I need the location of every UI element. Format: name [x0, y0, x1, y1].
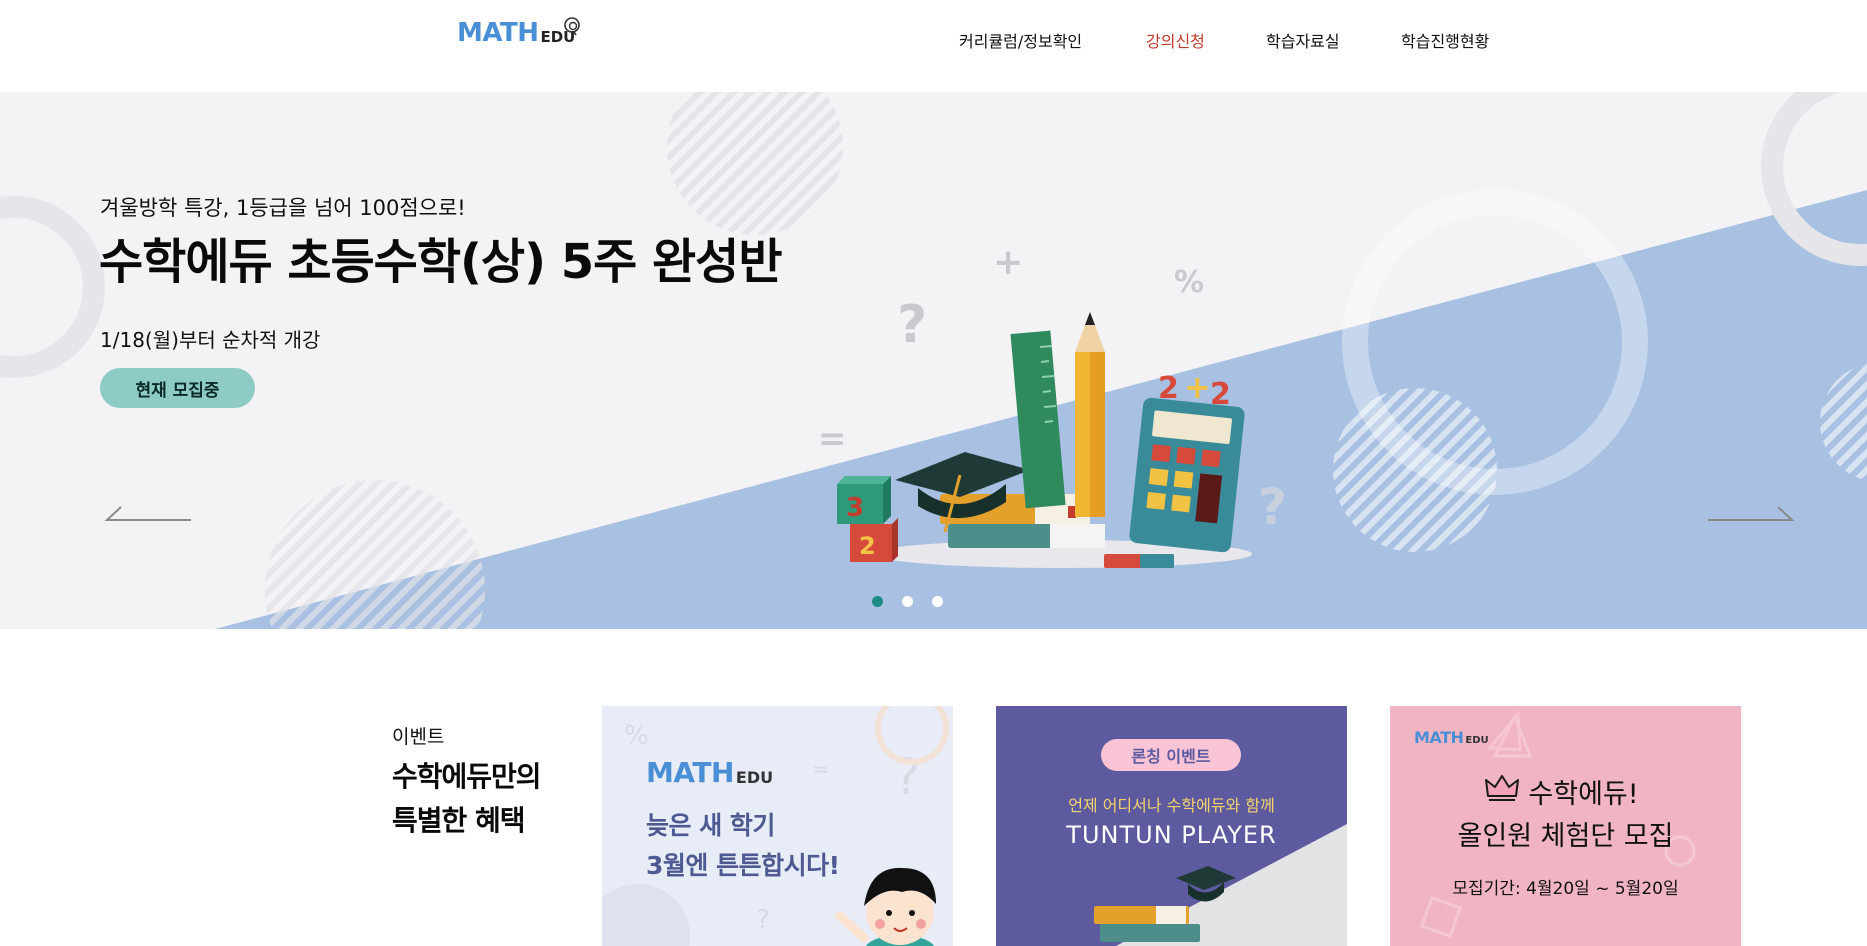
- main-nav: 커리큘럼/정보확인 강의신청 학습자료실 학습진행현황: [0, 28, 1867, 52]
- site-header: MATH EDU 커리큘럼/정보확인 강의신청 학습자료실 학습진행현황: [0, 0, 1867, 92]
- events-label: 이벤트: [392, 726, 445, 748]
- card2-subtitle: 언제 어디서나 수학에듀와 함께: [1068, 796, 1275, 815]
- slide-dot-1[interactable]: [872, 596, 883, 607]
- svg-text:=: =: [818, 419, 847, 459]
- card3-logo-main: MATH: [1414, 728, 1464, 747]
- card1-line1: 늦은 새 학기: [646, 811, 775, 840]
- card3-logo: MATH EDU: [1414, 728, 1489, 747]
- svg-text:%: %: [1174, 265, 1204, 300]
- card2-player-title: TUNTUN PLAYER: [1066, 821, 1277, 849]
- recruiting-button[interactable]: 현재 모집중: [100, 368, 255, 408]
- boy-character-icon: [835, 867, 936, 946]
- launch-event-badge: 론칭 이벤트: [1101, 739, 1241, 771]
- hero-background: ? + % = ? 3 2 2 + 2: [0, 92, 1867, 629]
- card3-period: 모집기간: 4월20일 ~ 5월20일: [1452, 879, 1679, 899]
- svg-text:=: =: [812, 757, 829, 781]
- hero-banner: ? + % = ? 3 2 2 + 2 겨울방학 특강, 1등급을 넘어 100…: [0, 92, 1867, 629]
- arrow-right-icon[interactable]: [1706, 504, 1796, 524]
- nav-materials[interactable]: 학습자료실: [1266, 28, 1340, 52]
- svg-text:2: 2: [859, 532, 876, 560]
- svg-text:?: ?: [1258, 478, 1287, 536]
- nav-course-apply[interactable]: 강의신청: [1146, 28, 1205, 52]
- svg-text:3: 3: [846, 493, 864, 523]
- svg-text:+: +: [1184, 368, 1211, 406]
- card1-logo-main: MATH: [646, 756, 734, 789]
- card1-line2: 3월엔 튼튼합시다!: [646, 851, 840, 880]
- svg-text:2: 2: [1210, 377, 1231, 412]
- card3-line1: 수학에듀!: [1528, 779, 1639, 810]
- event-card-new-semester[interactable]: % ? = ? = MATH EDU 늦은 새 학기 3월엔 튼튼합시다!: [602, 706, 953, 946]
- svg-text:%: %: [624, 721, 649, 751]
- svg-text:2: 2: [1158, 371, 1179, 406]
- events-title: 수학에듀만의 특별한 혜택: [392, 755, 542, 843]
- card1-text: 늦은 새 학기 3월엔 튼튼합시다!: [646, 806, 840, 886]
- card1-logo-sub: EDU: [735, 768, 774, 787]
- events-title-line1: 수학에듀만의: [392, 760, 542, 793]
- svg-text:+: +: [993, 242, 1023, 283]
- hero-title: 수학에듀 초등수학(상) 5주 완성반: [99, 234, 782, 290]
- events-title-line2: 특별한 혜택: [392, 804, 526, 837]
- hero-subtitle: 겨울방학 특강, 1등급을 넘어 100점으로!: [100, 196, 466, 220]
- event-card-trial-group[interactable]: MATH EDU 수학에듀! 올인원 체험단 모집 모집기간: 4월20일 ~ …: [1390, 706, 1741, 946]
- slide-dot-2[interactable]: [902, 596, 913, 607]
- arrow-left-icon[interactable]: [103, 504, 193, 524]
- card3-line2: 올인원 체험단 모집: [1457, 821, 1674, 852]
- card3-logo-sub: EDU: [1465, 735, 1489, 746]
- slide-dot-3[interactable]: [932, 596, 943, 607]
- svg-text:?: ?: [897, 295, 927, 355]
- event-card-launch[interactable]: 론칭 이벤트 언제 어디서나 수학에듀와 함께 TUNTUN PLAYER: [996, 706, 1347, 946]
- nav-curriculum[interactable]: 커리큘럼/정보확인: [959, 28, 1082, 52]
- slide-indicator: [0, 596, 1867, 608]
- card3-title: 수학에듀! 올인원 체험단 모집: [1390, 774, 1741, 858]
- svg-text:?: ?: [756, 905, 770, 935]
- nav-progress[interactable]: 학습진행현황: [1401, 28, 1489, 52]
- card1-logo: MATH EDU: [646, 756, 773, 789]
- hero-date: 1/18(월)부터 순차적 개강: [100, 328, 321, 352]
